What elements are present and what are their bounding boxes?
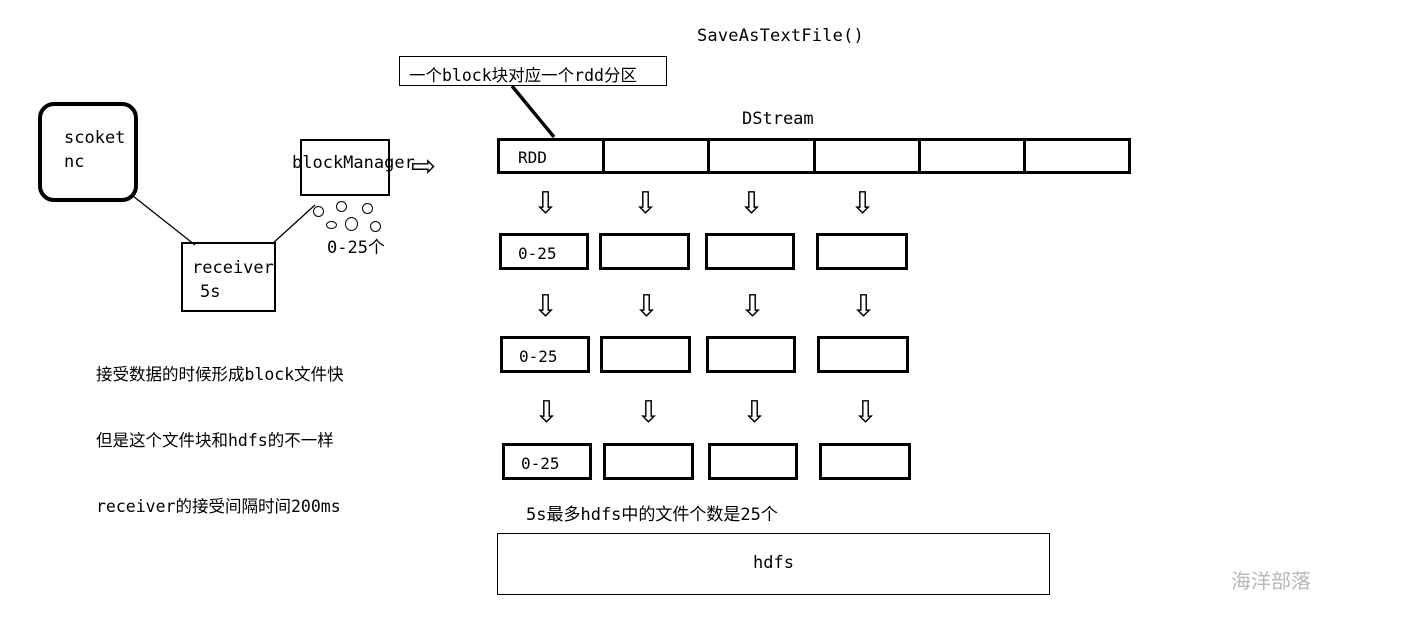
connector-socket-to-receiver bbox=[132, 195, 196, 246]
description-line-2: 但是这个文件块和hdfs的不一样 bbox=[96, 431, 334, 450]
block-blob bbox=[370, 221, 381, 232]
stage-box: 0-25 bbox=[500, 336, 590, 373]
dstream-cell: RDD bbox=[500, 141, 606, 171]
description-line-3: receiver的接受间隔时间200ms bbox=[96, 497, 341, 516]
hdfs-box: hdfs bbox=[497, 533, 1050, 595]
dstream-label: DStream bbox=[742, 109, 814, 129]
stage-arrow-down-icon: ⇩ bbox=[634, 289, 660, 324]
stage-arrow-down-icon: ⇩ bbox=[533, 289, 559, 324]
block-blob bbox=[362, 203, 373, 214]
connector-receiver-to-blockmanager bbox=[271, 204, 316, 245]
callout-label: 一个block块对应一个rdd分区 bbox=[409, 66, 637, 85]
dstream-cell bbox=[816, 141, 921, 171]
stage-box bbox=[708, 443, 798, 480]
stage-box-label: 0-25 bbox=[521, 454, 560, 473]
diagram-canvas: SaveAsTextFile() 一个block块对应一个rdd分区 scoke… bbox=[0, 0, 1425, 634]
dstream-cell-label: RDD bbox=[518, 148, 547, 167]
flow-arrow-right-icon: ⇨ bbox=[411, 149, 437, 184]
block-count-label: 0-25个 bbox=[327, 238, 385, 258]
hdfs-note-label: 5s最多hdfs中的文件个数是25个 bbox=[526, 505, 778, 525]
stage-box bbox=[816, 233, 908, 270]
block-manager-label: blockManager bbox=[292, 153, 415, 173]
stage-box-label: 0-25 bbox=[519, 347, 558, 366]
stage-arrow-down-icon: ⇩ bbox=[850, 186, 876, 221]
block-manager-box: blockManager bbox=[292, 139, 415, 196]
stage-arrow-down-icon: ⇩ bbox=[853, 395, 879, 430]
stage-box bbox=[599, 233, 690, 270]
stage-arrow-down-icon: ⇩ bbox=[739, 186, 765, 221]
block-blob bbox=[326, 221, 337, 229]
block-blob bbox=[336, 201, 347, 212]
watermark-label: 海洋部落 bbox=[1231, 569, 1311, 593]
stage-box-label: 0-25 bbox=[518, 244, 557, 263]
block-blob bbox=[345, 217, 358, 231]
stage-arrow-down-icon: ⇩ bbox=[633, 186, 659, 221]
dstream-cell bbox=[710, 141, 816, 171]
dstream-cell bbox=[605, 141, 711, 171]
dstream-cell bbox=[921, 141, 1026, 171]
receiver-box-line2: 5s bbox=[200, 282, 221, 302]
receiver-box: receiver 5s bbox=[181, 242, 276, 312]
stage-box: 0-25 bbox=[502, 443, 592, 480]
stage-arrow-down-icon: ⇩ bbox=[534, 395, 560, 430]
stage-box bbox=[600, 336, 691, 373]
connector-callout-to-rdd bbox=[510, 84, 556, 139]
stage-box bbox=[817, 336, 909, 373]
hdfs-label: hdfs bbox=[753, 553, 794, 573]
block-blob bbox=[313, 206, 324, 217]
stage-arrow-down-icon: ⇩ bbox=[742, 395, 768, 430]
stage-arrow-down-icon: ⇩ bbox=[851, 289, 877, 324]
dstream-cell bbox=[1026, 141, 1128, 171]
stage-box bbox=[603, 443, 694, 480]
stage-arrow-down-icon: ⇩ bbox=[533, 186, 559, 221]
receiver-box-line1: receiver bbox=[192, 258, 274, 278]
stage-box bbox=[706, 336, 796, 373]
source-box-line1: scoket bbox=[64, 128, 126, 148]
stage-box bbox=[819, 443, 911, 480]
source-box-line2: nc bbox=[64, 152, 85, 172]
callout-block-rdd-mapping: 一个block块对应一个rdd分区 bbox=[399, 56, 667, 86]
stage-arrow-down-icon: ⇩ bbox=[636, 395, 662, 430]
description-line-1: 接受数据的时候形成block文件快 bbox=[96, 365, 344, 384]
stage-box: 0-25 bbox=[499, 233, 589, 270]
save-as-text-file-label: SaveAsTextFile() bbox=[697, 26, 864, 46]
stage-arrow-down-icon: ⇩ bbox=[740, 289, 766, 324]
description-paragraph: 接受数据的时候形成block文件快 但是这个文件块和hdfs的不一样 recei… bbox=[96, 320, 344, 562]
dstream-bar: RDD bbox=[497, 138, 1131, 174]
stage-box bbox=[705, 233, 795, 270]
source-box-socket: scoket nc bbox=[38, 102, 138, 202]
